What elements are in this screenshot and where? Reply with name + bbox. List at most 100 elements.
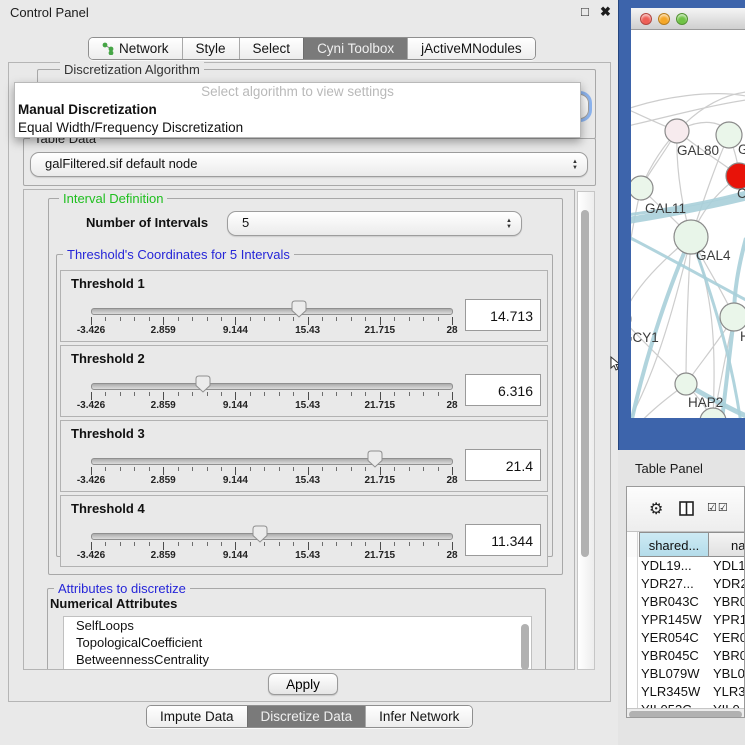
minimize-traffic-light-icon[interactable] xyxy=(658,13,670,25)
tick-mark xyxy=(308,467,309,475)
column-header-name[interactable]: na xyxy=(708,532,745,557)
cell-shared-name[interactable]: YDL19... xyxy=(641,557,708,575)
attribute-item-topologicalcoefficient[interactable]: TopologicalCoefficient xyxy=(64,634,531,651)
window-title: Control Panel xyxy=(10,5,89,20)
cell-name[interactable]: YBR0 xyxy=(713,647,744,665)
algorithm-option-equal-width-frequency-discretization[interactable]: Equal Width/Frequency Discretization xyxy=(15,119,580,137)
tab-style[interactable]: Style xyxy=(182,38,239,59)
threshold-value-field[interactable]: 14.713 xyxy=(465,299,541,331)
tick-mark xyxy=(91,392,92,400)
tick-mark xyxy=(409,392,410,396)
float-window-icon[interactable]: □ xyxy=(581,4,589,19)
table-row[interactable]: YER054C YER0 xyxy=(627,629,744,647)
tick-mark xyxy=(134,542,135,546)
tab-impute-data[interactable]: Impute Data xyxy=(147,706,247,727)
cell-shared-name[interactable]: YDR27... xyxy=(641,575,708,593)
table-horizontal-scrollbar[interactable] xyxy=(627,708,745,718)
tab-infer-network[interactable]: Infer Network xyxy=(365,706,472,727)
bottom-tab-bar: Impute DataDiscretize DataInfer Network xyxy=(146,705,473,728)
threshold-slider-track[interactable] xyxy=(91,458,453,465)
tab-cyni-toolbox[interactable]: Cyni Toolbox xyxy=(303,38,407,59)
network-node-gal80[interactable] xyxy=(665,119,689,143)
network-node-label: C xyxy=(737,186,745,201)
algorithm-placeholder-item[interactable]: Select algorithm to view settings xyxy=(15,83,580,101)
table-row[interactable]: YDR27... YDR2 xyxy=(627,575,744,593)
tab-select[interactable]: Select xyxy=(239,38,304,59)
cell-shared-name[interactable]: YER054C xyxy=(641,629,708,647)
tick-mark xyxy=(134,317,135,321)
threshold-slider-track[interactable] xyxy=(91,383,453,390)
threshold-slider-thumb[interactable] xyxy=(252,525,268,543)
close-traffic-light-icon[interactable] xyxy=(640,13,652,25)
tab-label: Cyni Toolbox xyxy=(317,38,394,59)
network-node-gal11[interactable] xyxy=(631,176,653,200)
top-tab-bar: NetworkStyleSelect Cyni Toolbox jActiveMNo… xyxy=(88,37,536,60)
columns-icon[interactable] xyxy=(679,501,694,516)
table-row[interactable]: YBL079W YBL0 xyxy=(627,665,744,683)
number-of-intervals-combo[interactable]: 5 ▲▼ xyxy=(227,211,522,236)
threshold-slider-thumb[interactable] xyxy=(195,375,211,393)
cell-shared-name[interactable]: YLR345W xyxy=(641,683,708,701)
cell-name[interactable]: YDL1 xyxy=(713,557,744,575)
threshold-value-field[interactable]: 11.344 xyxy=(465,524,541,556)
threshold-slider-track[interactable] xyxy=(91,308,453,315)
attribute-item-selfloops[interactable]: SelfLoops xyxy=(64,617,531,634)
tick-mark xyxy=(250,467,251,471)
tick-label: 2.859 xyxy=(133,325,193,336)
cell-shared-name[interactable]: YPR145W xyxy=(641,611,708,629)
tick-mark xyxy=(105,317,106,321)
table-row[interactable]: YBR043C YBR0 xyxy=(627,593,744,611)
cell-name[interactable]: YBR0 xyxy=(713,593,744,611)
table-hscrollbar-thumb[interactable] xyxy=(629,711,742,718)
gear-icon[interactable]: ⚙ xyxy=(649,499,663,519)
cell-shared-name[interactable]: YBR045C xyxy=(641,647,708,665)
settings-scrollbar[interactable] xyxy=(577,191,595,670)
network-node-label: GAL80 xyxy=(677,143,719,158)
network-node-hap2[interactable] xyxy=(675,373,697,395)
table-data-combo[interactable]: galFiltered.sif default node ▲▼ xyxy=(30,152,588,177)
network-window-titlebar xyxy=(631,8,745,30)
close-window-icon[interactable]: ✖ xyxy=(600,4,611,20)
settings-scrollbar-thumb[interactable] xyxy=(581,210,589,557)
attribute-item-betweennesscentrality[interactable]: BetweennessCentrality xyxy=(64,651,531,668)
network-node-h[interactable] xyxy=(720,303,745,331)
tick-mark xyxy=(149,542,150,546)
threshold-slider-thumb[interactable] xyxy=(367,450,383,468)
threshold-value-field[interactable]: 6.316 xyxy=(465,374,541,406)
zoom-traffic-light-icon[interactable] xyxy=(676,13,688,25)
cell-name[interactable]: YDR2 xyxy=(713,575,744,593)
apply-button[interactable]: Apply xyxy=(268,673,338,695)
network-edge xyxy=(631,188,641,319)
cell-name[interactable]: YBL0 xyxy=(713,665,744,683)
tab-jactivemnodules[interactable]: jActiveMNodules xyxy=(407,38,535,59)
threshold-slider-track[interactable] xyxy=(91,533,453,540)
table-row[interactable]: YDL19... YDL1 xyxy=(627,557,744,575)
tick-mark xyxy=(308,392,309,400)
attributes-list-scrollbar[interactable] xyxy=(521,624,529,670)
tick-mark xyxy=(192,392,193,396)
cell-shared-name[interactable]: YBR043C xyxy=(641,593,708,611)
tick-mark xyxy=(336,467,337,471)
tick-label: 21.715 xyxy=(350,550,410,561)
threshold-value-field[interactable]: 21.4 xyxy=(465,449,541,481)
tick-label: -3.426 xyxy=(61,400,121,411)
tab-discretize-data[interactable]: Discretize Data xyxy=(247,706,366,727)
tick-mark xyxy=(438,317,439,321)
network-canvas[interactable]: GAL80GACGAL11GAL4GCY1HHAP2 xyxy=(631,30,745,418)
tick-mark xyxy=(163,317,164,325)
threshold-panel: Threshold 1 -3.4262.8599.14415.4321.7152… xyxy=(60,270,548,342)
select-columns-checkboxes-icon[interactable]: ☑☑ xyxy=(707,501,729,514)
cell-name[interactable]: YLR3 xyxy=(713,683,744,701)
algorithm-option-manual-discretization[interactable]: Manual Discretization xyxy=(15,101,580,119)
table-row[interactable]: YPR145W YPR1 xyxy=(627,611,744,629)
numerical-attributes-list[interactable]: SelfLoopsTopologicalCoefficientBetweenne… xyxy=(63,616,532,670)
tick-mark xyxy=(336,392,337,396)
threshold-slider-thumb[interactable] xyxy=(291,300,307,318)
cell-shared-name[interactable]: YBL079W xyxy=(641,665,708,683)
column-header-shared-name[interactable]: shared... xyxy=(639,532,709,557)
tab-network[interactable]: Network xyxy=(89,38,182,59)
cell-name[interactable]: YPR1 xyxy=(713,611,744,629)
table-row[interactable]: YBR045C YBR0 xyxy=(627,647,744,665)
cell-name[interactable]: YER0 xyxy=(713,629,744,647)
table-row[interactable]: YLR345W YLR3 xyxy=(627,683,744,701)
